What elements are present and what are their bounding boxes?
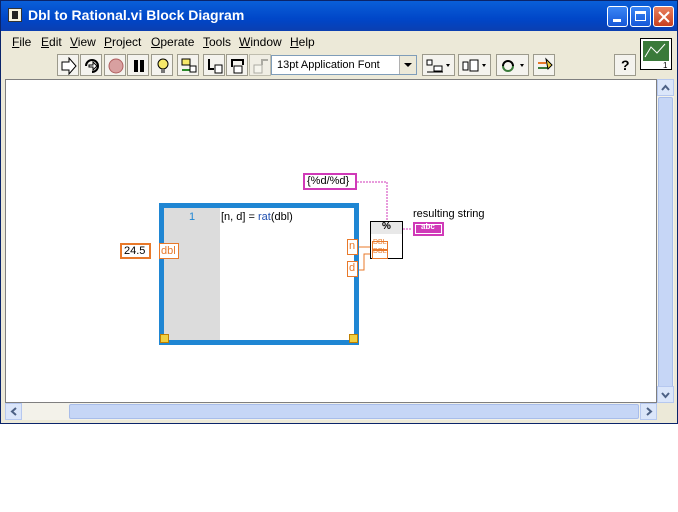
menu-help[interactable]: Help [290, 35, 315, 49]
context-help-button[interactable]: ? [614, 54, 636, 76]
abort-icon [108, 58, 124, 74]
distribute-objects-button[interactable] [458, 54, 491, 76]
horizontal-scrollbar[interactable] [5, 403, 657, 420]
run-continuously-button[interactable] [80, 54, 102, 76]
percent-icon: % [382, 221, 391, 232]
line-number: 1 [189, 211, 196, 223]
retain-wire-values-button[interactable] [177, 54, 199, 76]
vi-block-diagram-icon [8, 8, 22, 22]
abort-button[interactable] [104, 54, 126, 76]
dbl-label: dbl [161, 245, 176, 257]
format-string-value: {%d/%d} [307, 175, 350, 187]
run-button[interactable] [57, 54, 79, 76]
step-out-icon [253, 59, 268, 74]
menu-file[interactable]: File [12, 35, 31, 49]
reorder-button[interactable] [496, 54, 529, 76]
minimize-button[interactable] [607, 6, 628, 27]
chevron-down-icon [404, 63, 412, 67]
pause-button[interactable] [127, 54, 149, 76]
distribute-objects-icon [462, 59, 486, 72]
menu-bar: File Edit View Project Operate Tools Win… [1, 31, 677, 51]
title-bar[interactable]: Dbl to Rational.vi Block Diagram [1, 1, 677, 31]
n-label: n [349, 240, 356, 252]
vertical-scrollbar[interactable] [657, 79, 674, 403]
menu-view[interactable]: View [70, 35, 96, 49]
d-label: d [349, 262, 356, 274]
scroll-up-button[interactable] [657, 79, 674, 96]
numeric-constant[interactable]: 24.5 [120, 243, 151, 259]
input-variable-dbl[interactable]: dbl [159, 243, 179, 259]
resulting-string-label: resulting string [413, 208, 485, 220]
labview-window: Dbl to Rational.vi Block Diagram File Ed… [0, 0, 678, 424]
menu-window[interactable]: Window [239, 35, 282, 49]
mathscript-node[interactable]: 1 [n, d] = rat(dbl) [159, 203, 359, 345]
menu-project[interactable]: Project [104, 35, 141, 49]
format-node-header: % [371, 221, 402, 234]
retain-wire-values-icon [181, 58, 197, 73]
format-into-string-node[interactable]: % DBL DBL [370, 221, 403, 259]
svg-text:1: 1 [663, 61, 668, 69]
run-arrow-icon [61, 57, 77, 75]
cleanup-diagram-button[interactable] [533, 54, 555, 76]
step-over-icon [231, 59, 244, 74]
output-variable-d[interactable]: d [347, 261, 358, 277]
run-continuous-icon [85, 59, 99, 73]
string-indicator-icon: abc [416, 222, 441, 233]
text-settings-dropdown[interactable]: 13pt Application Font [271, 55, 417, 75]
align-objects-icon [426, 59, 450, 73]
error-out-terminal[interactable] [349, 334, 358, 343]
menu-edit[interactable]: Edit [41, 35, 62, 49]
menu-operate[interactable]: Operate [151, 35, 194, 49]
vi-connector-icon[interactable]: 1 [640, 38, 672, 70]
font-label: 13pt Application Font [277, 59, 380, 71]
error-in-terminal[interactable] [160, 334, 169, 343]
close-icon [658, 11, 670, 23]
output-variable-n[interactable]: n [347, 239, 358, 255]
cleanup-diagram-icon [538, 57, 553, 71]
chevron-right-icon [646, 407, 653, 416]
constant-value: 24.5 [124, 245, 146, 257]
maximize-button[interactable] [630, 6, 651, 27]
window-title: Dbl to Rational.vi Block Diagram [28, 7, 245, 23]
chevron-down-icon [661, 392, 670, 399]
scroll-left-button[interactable] [5, 403, 22, 420]
pause-icon [134, 60, 144, 72]
format-string-constant[interactable]: {%d/%d} [303, 173, 357, 190]
highlight-execution-icon [157, 58, 169, 73]
step-into-button[interactable] [203, 54, 225, 76]
vi-icon: 1 [643, 41, 669, 70]
block-diagram-canvas[interactable]: 24.5 1 [n, d] = rat(dbl) dbl n d {%d/%d} [5, 79, 657, 403]
mathscript-code[interactable]: [n, d] = rat(dbl) [221, 211, 293, 223]
chevron-up-icon [661, 84, 670, 91]
step-into-icon [208, 59, 223, 74]
align-objects-button[interactable] [422, 54, 455, 76]
help-question-icon: ? [621, 57, 630, 73]
dbl-input-tag-2: DBL [372, 248, 388, 259]
highlight-execution-button[interactable] [151, 54, 173, 76]
scroll-down-button[interactable] [657, 386, 674, 403]
step-out-button[interactable] [249, 54, 271, 76]
vertical-scroll-thumb[interactable] [658, 97, 673, 397]
horizontal-scroll-thumb[interactable] [69, 404, 639, 419]
step-over-button[interactable] [226, 54, 248, 76]
resulting-string-indicator[interactable]: abc [413, 222, 444, 236]
line-number-gutter: 1 [164, 208, 220, 340]
scroll-right-button[interactable] [640, 403, 657, 420]
menu-tools[interactable]: Tools [203, 35, 231, 49]
close-button[interactable] [653, 6, 674, 27]
toolbar: 13pt Application Font ? [1, 51, 677, 79]
reorder-icon [502, 60, 524, 72]
dropdown-arrow[interactable] [399, 56, 416, 74]
chevron-left-icon [10, 407, 17, 416]
